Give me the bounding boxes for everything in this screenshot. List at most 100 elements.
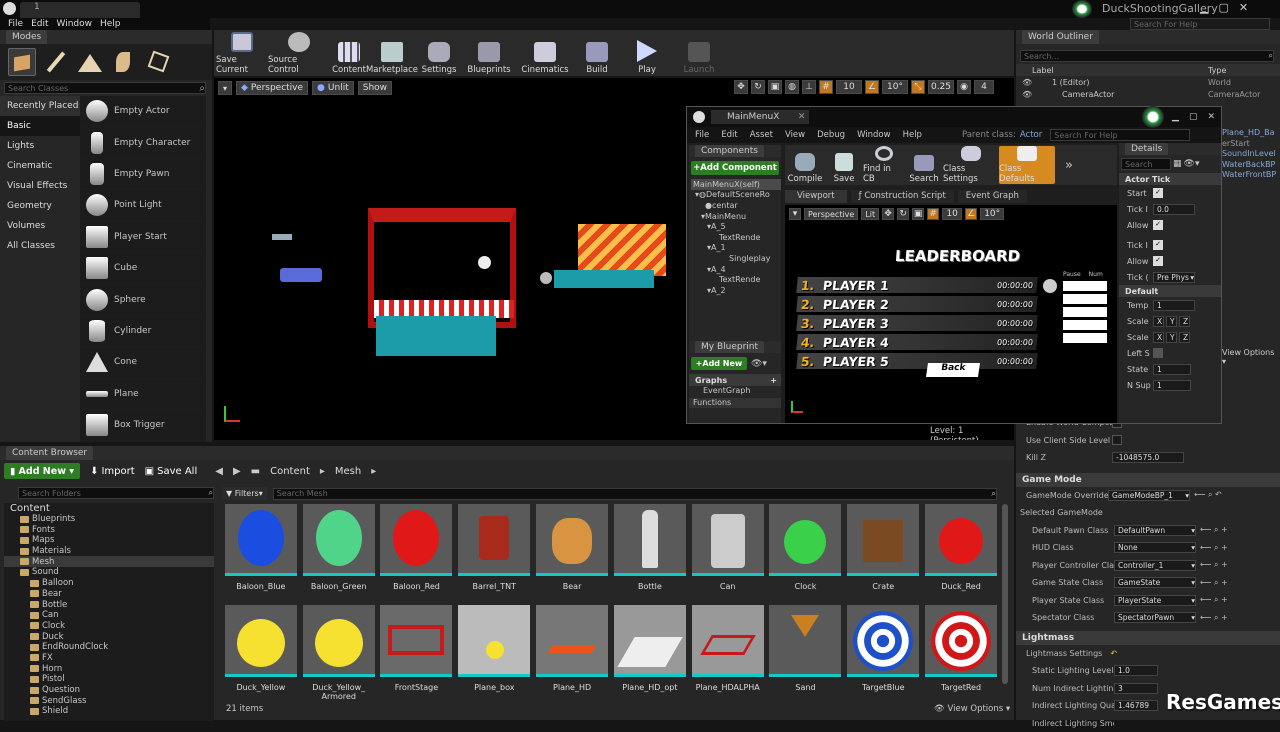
bp-menu-edit[interactable]: Edit xyxy=(721,130,737,140)
import-button[interactable]: ⬇Import xyxy=(90,466,135,477)
folder-tree-item[interactable]: FX xyxy=(4,653,214,664)
folder-tree-item[interactable]: Horn xyxy=(4,663,214,674)
level-tab[interactable]: 1 xyxy=(20,2,140,18)
rotation-snap-icon[interactable]: ∠ xyxy=(865,80,879,94)
bp-menu-help[interactable]: Help xyxy=(903,130,922,140)
category-all-classes[interactable]: All Classes xyxy=(0,236,80,256)
sunburst-panel-mesh[interactable] xyxy=(578,224,666,276)
folder-tree-item[interactable]: Balloon xyxy=(4,578,214,589)
tree-item[interactable]: ▾ MainMenu xyxy=(691,211,781,222)
category-cinematic[interactable]: Cinematic xyxy=(0,156,80,176)
add-component-button[interactable]: +Add Component xyxy=(691,161,779,175)
close-icon[interactable]: ✕ xyxy=(1239,1,1248,14)
graphs-section[interactable]: Graphs+ xyxy=(689,374,781,386)
folder-tree-item[interactable]: Shield xyxy=(4,706,214,717)
folder-tree-item[interactable]: Bear xyxy=(4,589,214,600)
viewport-options-button[interactable]: ▾ xyxy=(218,81,232,95)
folder-tree-item[interactable]: Question xyxy=(4,685,214,696)
scale-x-field[interactable]: X xyxy=(1153,332,1164,343)
class-settings-button[interactable]: Class Settings xyxy=(943,146,999,184)
asset-tile[interactable]: Duck_Yellow xyxy=(222,605,300,706)
asset-tile[interactable]: FrontStage xyxy=(378,605,456,706)
asset-grid-scrollbar[interactable] xyxy=(1002,504,1008,684)
state-field[interactable]: 1 xyxy=(1153,364,1191,375)
category-volumes[interactable]: Volumes xyxy=(0,216,80,236)
perspective-button[interactable]: ◆Perspective xyxy=(236,81,308,95)
filters-button[interactable]: ▼ Filters▾ xyxy=(222,487,267,500)
asset-tile[interactable]: Duck_Yellow_ Armored xyxy=(300,605,378,706)
checkbox-checked[interactable]: ✓ xyxy=(1153,256,1163,266)
tree-item[interactable]: ▾ A_1 xyxy=(691,243,781,254)
place-empty-character[interactable]: Empty Character xyxy=(80,127,206,158)
camera-actor-icon[interactable] xyxy=(272,234,292,240)
viewport-tab[interactable]: Viewport xyxy=(785,190,847,203)
place-cylinder[interactable]: Cylinder xyxy=(80,316,206,347)
folder-tree-item[interactable]: Duck xyxy=(4,631,214,642)
folder-tree-item[interactable]: SendGlass xyxy=(4,695,214,706)
grid-view-icon[interactable]: ▦ xyxy=(1173,159,1182,169)
functions-section[interactable]: Functions xyxy=(689,398,781,408)
water-back-mesh[interactable] xyxy=(554,270,654,288)
tick-group-dropdown[interactable]: Pre Phys▾ xyxy=(1153,272,1195,283)
blueprints-button[interactable]: Blueprints xyxy=(462,31,516,75)
toolbar-overflow-icon[interactable]: » xyxy=(1065,158,1073,173)
bp-menu-debug[interactable]: Debug xyxy=(817,130,845,140)
outliner-item[interactable]: erStart xyxy=(1222,139,1276,148)
paint-mode-icon[interactable] xyxy=(42,48,70,76)
place-empty-pawn[interactable]: Empty Pawn xyxy=(80,159,206,190)
leaderboard-back-button[interactable]: Back xyxy=(926,363,980,377)
outliner-item[interactable]: Plane_HD_Ba xyxy=(1222,128,1276,137)
tree-item[interactable]: Singleplay xyxy=(691,253,781,264)
tree-item[interactable]: ▾ A_2 xyxy=(691,285,781,296)
launch-button[interactable]: Launch xyxy=(674,31,724,75)
tree-item[interactable]: ● centar xyxy=(691,200,781,211)
spectator-class-dropdown[interactable]: SpectatorPawn▾ xyxy=(1114,612,1196,623)
perspective-button[interactable]: Perspective xyxy=(804,208,858,220)
category-geometry[interactable]: Geometry xyxy=(0,196,80,216)
asset-tile[interactable]: Baloon_Green xyxy=(300,504,378,605)
gamemode-override-dropdown[interactable]: GameModeBP_1▾ xyxy=(1108,490,1190,501)
asset-tile[interactable]: Sand xyxy=(767,605,845,706)
pistol-mesh[interactable] xyxy=(280,268,322,282)
tree-item[interactable]: ▾ A_4 xyxy=(691,264,781,275)
kill-z-field[interactable]: -1048575.0 xyxy=(1112,452,1184,463)
lightmass-value-field[interactable]: 1.46789 xyxy=(1114,700,1158,711)
rotation-snap-icon[interactable]: ∠ xyxy=(965,208,977,220)
tree-item[interactable]: ▾ A_5 xyxy=(691,221,781,232)
asset-tile[interactable]: TargetBlue xyxy=(844,605,922,706)
maximize-icon[interactable]: ▢ xyxy=(1189,112,1198,122)
play-button[interactable]: Play xyxy=(620,31,674,75)
scale-snap-icon[interactable]: ⤡ xyxy=(911,80,925,94)
tick-interval-field[interactable]: 0.0 xyxy=(1153,204,1195,215)
surface-snap-icon[interactable]: ⊥ xyxy=(802,80,816,94)
menu-help[interactable]: Help xyxy=(100,19,121,29)
lightmass-settings-row[interactable]: Lightmass Settings↶ xyxy=(1016,645,1280,663)
outliner-row[interactable]: 👁CameraActorCameraActor xyxy=(1016,88,1280,100)
scale-icon[interactable]: ▣ xyxy=(912,208,924,220)
content-add-new-button[interactable]: ▮ Add New ▾ xyxy=(4,463,80,479)
folder-tree-item[interactable]: Sound xyxy=(4,567,214,578)
checkbox-checked[interactable]: ✓ xyxy=(1153,188,1163,198)
add-new-button[interactable]: +Add New xyxy=(691,357,747,370)
menu-window[interactable]: Window xyxy=(57,19,93,29)
foliage-mode-icon[interactable] xyxy=(110,48,138,76)
camera-speed-icon[interactable]: ◉ xyxy=(957,80,971,94)
place-mode-icon[interactable] xyxy=(8,48,36,76)
grey-ball-mesh[interactable] xyxy=(540,272,552,284)
scale-y-field[interactable]: Y xyxy=(1166,316,1177,327)
save-current-button[interactable]: Save Current xyxy=(216,31,268,75)
checkbox-checked[interactable]: ✓ xyxy=(1153,240,1163,250)
world-icon[interactable]: ◍ xyxy=(785,80,799,94)
scale-y-field[interactable]: Y xyxy=(1166,332,1177,343)
checkbox-checked[interactable]: ✓ xyxy=(1153,220,1163,230)
menu-edit[interactable]: Edit xyxy=(31,19,48,29)
folder-tree-item[interactable]: Content xyxy=(4,503,214,514)
unlit-button[interactable]: ●Unlit xyxy=(312,81,354,95)
source-control-status-icon[interactable] xyxy=(1072,0,1092,18)
category-visual-effects[interactable]: Visual Effects xyxy=(0,176,80,196)
path-content[interactable]: Content xyxy=(270,466,310,477)
hud-class-dropdown[interactable]: None▾ xyxy=(1114,542,1196,553)
outliner-item[interactable]: WaterBackBP xyxy=(1222,160,1276,169)
show-button[interactable]: Show xyxy=(358,81,392,95)
bp-menu-window[interactable]: Window xyxy=(857,130,891,140)
